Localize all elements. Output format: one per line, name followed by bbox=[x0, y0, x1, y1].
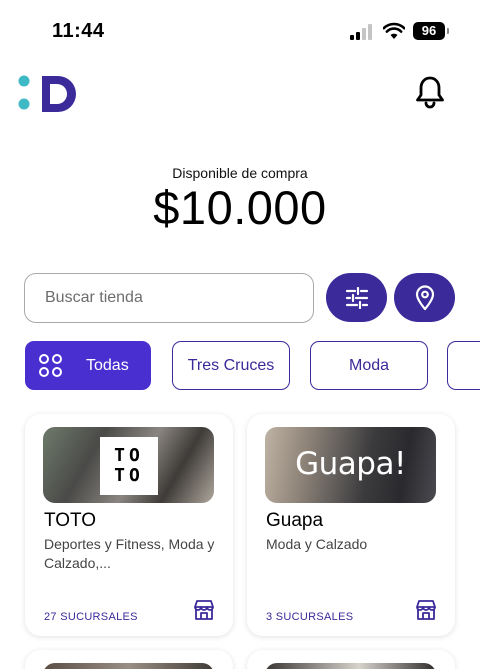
bell-icon[interactable] bbox=[413, 75, 447, 109]
chip-todas[interactable]: Todas bbox=[25, 341, 151, 390]
store-image-partial bbox=[265, 663, 436, 669]
store-card-partial[interactable] bbox=[25, 650, 233, 669]
filter-button[interactable] bbox=[326, 273, 387, 322]
store-card-partial[interactable] bbox=[247, 650, 455, 669]
D-logo bbox=[18, 75, 76, 112]
store-logo-text: Guapa! bbox=[295, 446, 406, 482]
store-image-guapa: Guapa! bbox=[265, 427, 436, 503]
grid-icon bbox=[39, 354, 62, 377]
location-button[interactable] bbox=[394, 273, 455, 322]
store-branches: 27 SUCURSALES bbox=[44, 611, 138, 623]
store-description: Moda y Calzado bbox=[266, 536, 368, 552]
store-card-guapa[interactable]: Guapa! Guapa Moda y Calzado 3 SUCURSALES bbox=[247, 414, 455, 636]
store-icon[interactable] bbox=[415, 599, 437, 621]
chip-more[interactable] bbox=[447, 341, 480, 390]
store-logo-text: TOTO bbox=[114, 445, 144, 486]
store-description: Deportes y Fitness, Moda y Calzado,... bbox=[44, 536, 215, 571]
balance-label: Disponible de compra bbox=[172, 165, 308, 181]
status-bar: 11:44 96 bbox=[0, 0, 480, 60]
wifi-icon bbox=[383, 22, 405, 39]
chip-moda[interactable]: Moda bbox=[310, 341, 428, 390]
store-name: Guapa bbox=[266, 510, 324, 531]
store-name: TOTO bbox=[44, 510, 97, 531]
cellular-signal-icon bbox=[350, 24, 376, 40]
store-card-toto[interactable]: TOTO TOTO Deportes y Fitness, Moda y Cal… bbox=[25, 414, 233, 636]
store-image-toto: TOTO bbox=[43, 427, 214, 503]
search-input[interactable] bbox=[24, 273, 314, 323]
store-branches: 3 SUCURSALES bbox=[266, 611, 354, 623]
sliders-icon bbox=[345, 286, 368, 309]
chip-label: Todas bbox=[86, 356, 129, 374]
chip-tres-cruces[interactable]: Tres Cruces bbox=[172, 341, 290, 390]
chip-label: Tres Cruces bbox=[187, 356, 275, 374]
store-icon[interactable] bbox=[193, 599, 215, 621]
status-time: 11:44 bbox=[52, 20, 105, 42]
store-image-partial bbox=[43, 663, 214, 669]
chip-label: Moda bbox=[348, 356, 390, 374]
location-pin-icon bbox=[415, 284, 434, 310]
balance-amount: $10.000 bbox=[153, 181, 327, 234]
battery-indicator: 96 bbox=[413, 22, 449, 40]
